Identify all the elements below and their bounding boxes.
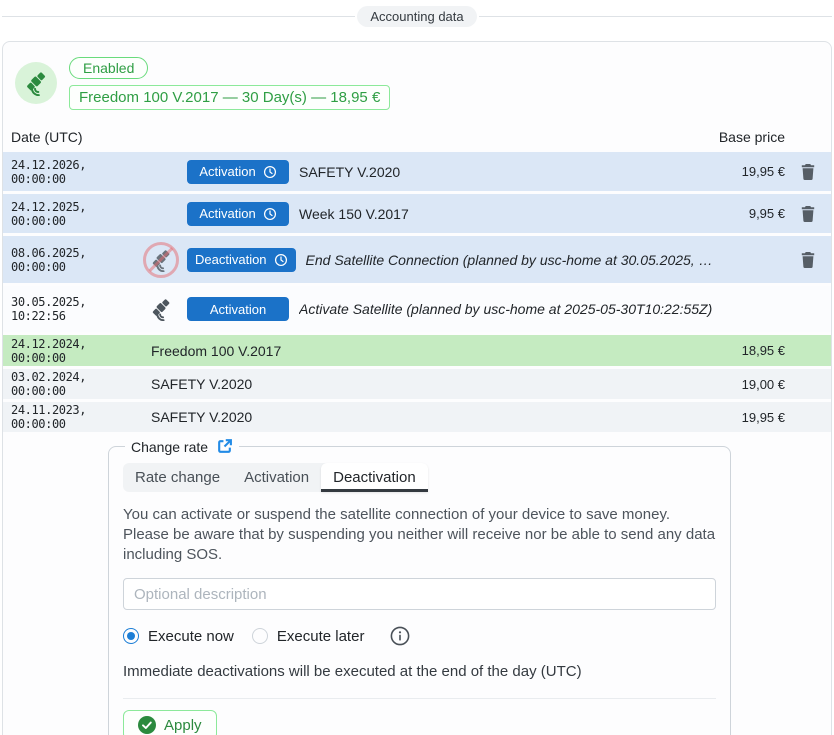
- row-date: 08.06.2025, 00:00:00: [3, 246, 143, 274]
- status-badge: Activation: [187, 297, 289, 321]
- table-row: 08.06.2025, 00:00:00 Deactivation End Sa…: [3, 236, 831, 283]
- row-date: 24.11.2023, 00:00:00: [3, 403, 143, 431]
- badge-label: Activation: [210, 302, 266, 317]
- row-description: SAFETY V.2020: [151, 409, 252, 425]
- tab-rate-change[interactable]: Rate change: [123, 463, 232, 492]
- change-rate-panel: Change rate Rate change Activation Deact…: [108, 438, 731, 735]
- row-description: Activate Satellite (planned by usc-home …: [299, 301, 712, 317]
- section-divider: Accounting data: [0, 0, 834, 27]
- table-row: 24.12.2024, 00:00:00 Freedom 100 V.2017 …: [3, 335, 831, 366]
- table-row: 24.12.2025, 00:00:00 Activation Week 150…: [3, 194, 831, 233]
- info-icon[interactable]: [390, 626, 410, 646]
- satellite-icon: [143, 291, 179, 327]
- tab-activation[interactable]: Activation: [232, 463, 321, 492]
- icon-slot: [143, 196, 179, 232]
- radio-label-execute-later: Execute later: [277, 628, 365, 645]
- row-description: Week 150 V.2017: [299, 206, 409, 222]
- row-date: 24.12.2026, 00:00:00: [3, 158, 143, 186]
- ban-overlay: [143, 242, 179, 278]
- column-header-price: Base price: [717, 129, 785, 145]
- table-row: 03.02.2024, 00:00:00 SAFETY V.2020 19,00…: [3, 369, 831, 399]
- row-description: Freedom 100 V.2017: [151, 343, 281, 359]
- satellite-banned-icon: [143, 242, 179, 278]
- row-date: 24.12.2025, 00:00:00: [3, 200, 143, 228]
- row-date: 30.05.2025, 10:22:56: [3, 295, 143, 323]
- execution-options: Execute now Execute later: [123, 626, 716, 646]
- badge-label: Activation: [199, 164, 255, 179]
- change-rate-title: Change rate: [131, 439, 208, 455]
- status-badge: Activation: [187, 202, 289, 226]
- row-price: 19,00 €: [717, 377, 785, 392]
- clock-icon: [274, 253, 288, 267]
- row-description: End Satellite Connection (planned by usc…: [306, 252, 717, 268]
- icon-slot: [143, 154, 179, 190]
- satellite-icon: [15, 62, 57, 104]
- radio-execute-later[interactable]: [252, 628, 268, 644]
- apply-button[interactable]: Apply: [123, 710, 217, 735]
- row-price: 19,95 €: [717, 410, 785, 425]
- trash-icon[interactable]: [800, 205, 816, 223]
- table-row: 24.11.2023, 00:00:00 SAFETY V.2020 19,95…: [3, 402, 831, 432]
- section-title: Accounting data: [357, 6, 476, 27]
- deactivation-description: You can activate or suspend the satellit…: [123, 505, 716, 565]
- current-rate: Freedom 100 V.2017 — 30 Day(s) — 18,95 €: [69, 85, 390, 110]
- divider-line: [479, 16, 832, 17]
- row-date: 03.02.2024, 00:00:00: [3, 370, 143, 398]
- tab-deactivation[interactable]: Deactivation: [321, 463, 428, 492]
- form-divider: [123, 698, 716, 699]
- execution-note: Immediate deactivations will be executed…: [123, 663, 716, 680]
- description-input[interactable]: [123, 578, 716, 610]
- external-link-icon[interactable]: [216, 438, 233, 455]
- row-description: SAFETY V.2020: [151, 376, 252, 392]
- apply-label: Apply: [164, 717, 202, 734]
- row-date: 24.12.2024, 00:00:00: [3, 337, 143, 365]
- radio-label-execute-now: Execute now: [148, 628, 234, 645]
- status-badge: Deactivation: [187, 248, 296, 272]
- accounting-card: Enabled Freedom 100 V.2017 — 30 Day(s) —…: [2, 41, 832, 735]
- clock-icon: [263, 207, 277, 221]
- status-badge: Enabled: [69, 57, 148, 79]
- check-circle-icon: [138, 716, 156, 734]
- badge-label: Activation: [199, 206, 255, 221]
- row-price: 18,95 €: [717, 343, 785, 358]
- divider-line: [2, 16, 355, 17]
- badge-label: Deactivation: [195, 252, 267, 267]
- trash-icon[interactable]: [800, 251, 816, 269]
- status-badge: Activation: [187, 160, 289, 184]
- change-rate-tabs: Rate change Activation Deactivation: [123, 463, 428, 492]
- clock-icon: [263, 165, 277, 179]
- row-price: 19,95 €: [717, 164, 785, 179]
- plan-header: Enabled Freedom 100 V.2017 — 30 Day(s) —…: [3, 42, 831, 110]
- table-row: 30.05.2025, 10:22:56 Activation Activate…: [3, 286, 831, 332]
- trash-icon[interactable]: [800, 163, 816, 181]
- table-header: Date (UTC) Base price: [3, 122, 831, 152]
- column-header-date: Date (UTC): [3, 129, 143, 145]
- row-description: SAFETY V.2020: [299, 164, 400, 180]
- row-price: 9,95 €: [717, 206, 785, 221]
- radio-execute-now[interactable]: [123, 628, 139, 644]
- table-row: 24.12.2026, 00:00:00 Activation SAFETY V…: [3, 152, 831, 191]
- accounting-table: Date (UTC) Base price 24.12.2026, 00:00:…: [3, 122, 831, 432]
